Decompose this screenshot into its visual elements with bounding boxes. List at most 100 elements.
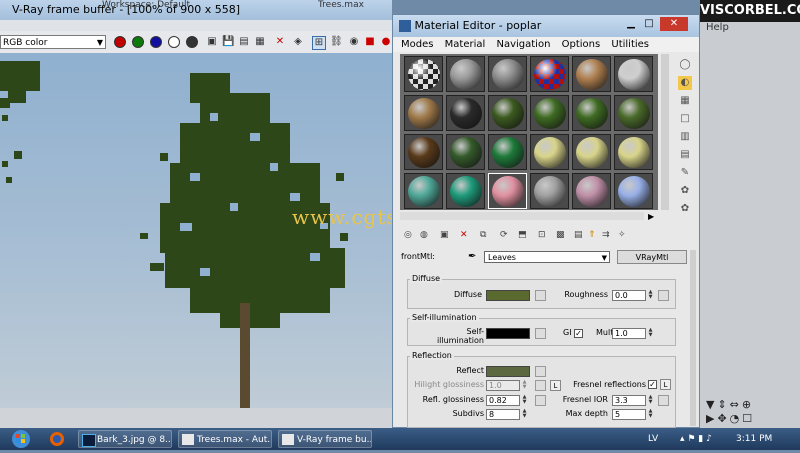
show-map-icon[interactable]: ▩: [556, 230, 565, 240]
taskbar-item-3dsmax[interactable]: Trees.max - Aut...: [178, 430, 272, 448]
material-slot[interactable]: [572, 134, 611, 170]
diffuse-color-swatch[interactable]: [486, 290, 530, 301]
pick-icon[interactable]: ✧: [618, 230, 626, 240]
select-by-material-icon[interactable]: ✿: [678, 184, 692, 198]
material-slot[interactable]: [488, 95, 527, 131]
menu-navigation[interactable]: Navigation: [496, 39, 550, 50]
roughness-map-button[interactable]: [658, 290, 669, 301]
menu-material[interactable]: Material: [445, 39, 486, 50]
self-illum-map-button[interactable]: [535, 328, 546, 339]
material-slot[interactable]: [488, 56, 527, 92]
assign-icon[interactable]: ▣: [440, 230, 449, 240]
firefox-icon[interactable]: [48, 430, 66, 448]
make-preview-icon[interactable]: ▤: [678, 148, 692, 162]
refl-gloss-spinner[interactable]: ▲ ▼: [521, 395, 528, 406]
hilight-map-button[interactable]: [535, 380, 546, 391]
material-slot[interactable]: [530, 56, 569, 92]
go-sibling-icon[interactable]: ⇉: [602, 230, 610, 240]
scroll-right-icon[interactable]: ▶: [648, 212, 654, 221]
material-type-button[interactable]: VRayMtl: [617, 250, 687, 264]
mono-icon[interactable]: [186, 36, 198, 48]
material-slot[interactable]: [572, 95, 611, 131]
material-slot[interactable]: [530, 134, 569, 170]
material-slot[interactable]: [572, 56, 611, 92]
stop-icon[interactable]: ●: [380, 36, 392, 48]
unique-icon[interactable]: ⟳: [500, 230, 508, 240]
open-icon[interactable]: ▦: [254, 36, 266, 48]
tray-icons[interactable]: ▴ ⚑ ▮ ♪: [680, 428, 712, 450]
start-button[interactable]: [2, 428, 40, 450]
put-to-scene-icon[interactable]: ◍: [420, 230, 428, 240]
material-slot[interactable]: [572, 173, 611, 209]
video-color-icon[interactable]: ▥: [678, 130, 692, 144]
material-slot[interactable]: [446, 56, 485, 92]
help-menu[interactable]: Help: [706, 22, 729, 33]
lock-fresnel-button[interactable]: L: [660, 379, 671, 390]
menu-modes[interactable]: Modes: [401, 39, 433, 50]
green-channel-icon[interactable]: [132, 36, 144, 48]
params-scrollbar[interactable]: [690, 250, 696, 426]
material-slot[interactable]: [446, 173, 485, 209]
taskbar-item-vray[interactable]: V-Ray frame bu...: [278, 430, 372, 448]
show-end-icon[interactable]: ▤: [574, 230, 583, 240]
options-icon[interactable]: ✎: [678, 166, 692, 180]
region-icon[interactable]: ⊞: [312, 36, 326, 50]
track-icon[interactable]: ◈: [292, 36, 304, 48]
clear-icon[interactable]: ✕: [274, 36, 286, 48]
reset-icon[interactable]: ✕: [460, 230, 468, 240]
close-icon[interactable]: ✕: [660, 17, 688, 31]
render-icon[interactable]: ■: [364, 36, 376, 48]
copy-icon[interactable]: ▤: [238, 36, 250, 48]
go-parent-icon[interactable]: ⇑: [588, 230, 596, 240]
roughness-spinner[interactable]: ▲ ▼: [647, 290, 654, 301]
material-slot[interactable]: [404, 56, 443, 92]
material-slot[interactable]: [446, 134, 485, 170]
material-slot[interactable]: [404, 134, 443, 170]
uv-tiling-icon[interactable]: □: [678, 112, 692, 126]
fresnel-checkbox[interactable]: ✓: [648, 380, 657, 389]
menu-options[interactable]: Options: [562, 39, 601, 50]
save-icon[interactable]: 💾: [222, 36, 234, 48]
hilight-glossiness-input[interactable]: 1.0: [486, 380, 520, 391]
sample-type-icon[interactable]: ◯: [678, 58, 692, 72]
material-slot[interactable]: [530, 173, 569, 209]
max-depth-spinner[interactable]: ▲ ▼: [647, 409, 654, 420]
hilight-spinner[interactable]: ▲ ▼: [521, 380, 528, 391]
gi-checkbox[interactable]: ✓: [574, 329, 583, 338]
subdivs-input[interactable]: 8: [486, 409, 520, 420]
slots-scrollbar[interactable]: [661, 54, 669, 210]
channel-select[interactable]: RGB color ▼: [0, 35, 106, 49]
fresnel-ior-spinner[interactable]: ▲ ▼: [647, 395, 654, 406]
material-slot[interactable]: [488, 173, 527, 209]
slots-h-scrollbar[interactable]: [400, 212, 644, 220]
material-slot[interactable]: [446, 95, 485, 131]
material-slot[interactable]: [530, 95, 569, 131]
fresnel-ior-map-button[interactable]: [658, 395, 669, 406]
link-icon[interactable]: ⛓: [330, 36, 343, 48]
refl-gloss-map-button[interactable]: [535, 395, 546, 406]
mult-spinner[interactable]: ▲ ▼: [647, 328, 654, 339]
copy-material-icon[interactable]: ⧉: [480, 230, 486, 240]
material-slot[interactable]: [404, 173, 443, 209]
material-slot[interactable]: [614, 134, 653, 170]
lens-icon[interactable]: ◉: [348, 36, 360, 48]
alpha-channel-icon[interactable]: [168, 36, 180, 48]
taskbar-item-photoshop[interactable]: Bark_3.jpg @ 8...: [78, 430, 172, 448]
clock[interactable]: 3:11 PM: [736, 428, 772, 450]
reflect-color-swatch[interactable]: [486, 366, 530, 377]
library-icon[interactable]: ⬒: [518, 230, 527, 240]
material-name-field[interactable]: Leaves ▼: [484, 251, 610, 263]
fresnel-ior-input[interactable]: 3.3: [612, 395, 646, 406]
color-icon[interactable]: ▣: [206, 36, 218, 48]
eyedropper-icon[interactable]: ✒: [468, 251, 476, 262]
get-material-icon[interactable]: ◎: [404, 230, 412, 240]
material-slot[interactable]: [614, 95, 653, 131]
viewport-nav-icons[interactable]: ▼⇕⇔⊕: [706, 398, 754, 411]
subdivs-spinner[interactable]: ▲ ▼: [521, 409, 528, 420]
viewport-nav-icons-2[interactable]: ▶✥◔☐: [706, 412, 755, 425]
material-slot[interactable]: [488, 134, 527, 170]
menu-utilities[interactable]: Utilities: [611, 39, 649, 50]
diffuse-map-button[interactable]: [535, 290, 546, 301]
mult-input[interactable]: 1.0: [612, 328, 646, 339]
reflect-map-button[interactable]: [535, 366, 546, 377]
